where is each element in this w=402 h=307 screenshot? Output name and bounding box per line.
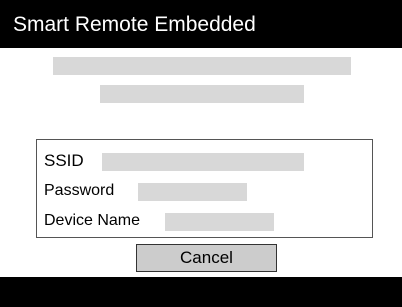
camera-screen: Smart Remote Embedded SSID Password Devi…: [0, 0, 402, 307]
connection-info-box: SSID Password Device Name: [36, 139, 373, 238]
message-line-1: [53, 57, 351, 75]
cancel-button[interactable]: Cancel: [136, 244, 277, 272]
device-name-label: Device Name: [44, 212, 141, 229]
password-value: [138, 183, 247, 201]
device-name-value: [165, 213, 274, 231]
message-line-2: [100, 85, 304, 103]
ssid-label: SSID: [44, 151, 84, 170]
title-bar: Smart Remote Embedded: [0, 0, 402, 48]
password-label: Password: [44, 182, 115, 199]
page-title: Smart Remote Embedded: [13, 13, 256, 36]
bottom-bar: [0, 277, 402, 307]
ssid-value: [102, 153, 304, 171]
